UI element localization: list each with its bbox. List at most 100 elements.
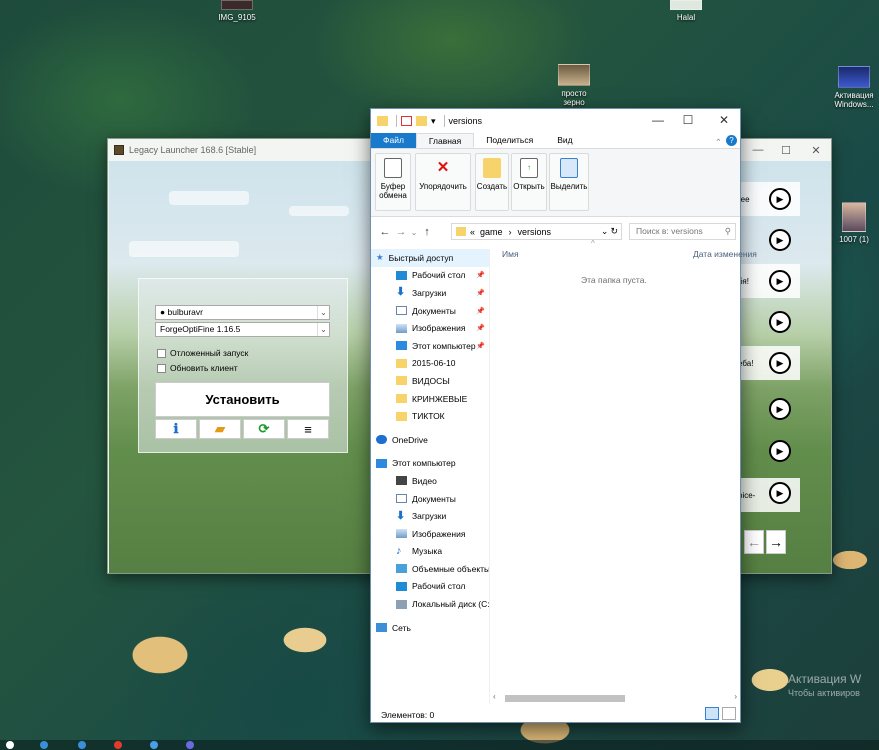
new-button[interactable]: Создать <box>475 153 509 211</box>
scroll-right-icon[interactable]: › <box>734 692 737 701</box>
details-view-icon[interactable] <box>705 707 719 720</box>
maximize-button[interactable]: ☐ <box>772 139 800 161</box>
news-next-button[interactable]: → <box>766 530 786 554</box>
properties-icon[interactable] <box>401 116 412 126</box>
separator <box>396 115 397 127</box>
install-button[interactable]: Установить <box>155 382 330 417</box>
delayed-launch-checkbox[interactable]: Отложенный запуск <box>157 348 248 358</box>
nav-pc-videos[interactable]: Видео <box>371 472 489 490</box>
taskbar-app-icon[interactable] <box>6 741 14 749</box>
nav-folder-tiktok[interactable]: ТИКТОК <box>371 407 489 425</box>
tab-share[interactable]: Поделиться <box>474 133 545 148</box>
account-select[interactable]: ● bulburavr ⌄ <box>155 305 330 320</box>
large-icons-view-icon[interactable] <box>722 707 736 720</box>
nav-pc-3d-objects[interactable]: Объемные объекты <box>371 560 489 578</box>
nav-folder-videos[interactable]: ВИДОСЫ <box>371 372 489 390</box>
nav-network[interactable]: Сеть <box>371 619 489 637</box>
tab-home[interactable]: Главная <box>415 133 475 148</box>
nav-folder-2015[interactable]: 2015-06-10 <box>371 355 489 373</box>
desktop-icon-img9105[interactable]: IMG_9105 <box>205 0 269 22</box>
nav-folder-cringe[interactable]: КРИНЖЕВЫЕ <box>371 390 489 408</box>
open-button[interactable]: ↑ Открыть <box>511 153 547 211</box>
folder-button[interactable]: ▰ <box>199 419 241 439</box>
new-folder-icon[interactable] <box>416 116 427 126</box>
close-button[interactable]: ✕ <box>802 139 830 161</box>
desktop-icon-zerno[interactable]: просто зерно <box>542 64 606 107</box>
address-dropdown-icon[interactable]: ⌄ <box>601 226 609 237</box>
scroll-left-icon[interactable]: ‹ <box>493 692 496 701</box>
column-header-name[interactable]: Имя <box>502 249 519 259</box>
taskbar-app-icon[interactable] <box>40 741 48 749</box>
explorer-window[interactable]: ▾ versions — ☐ ✕ Файл Главная Поделиться… <box>370 108 757 723</box>
nav-pc-downloads[interactable]: ⬇ Загрузки <box>371 507 489 525</box>
ribbon-collapse-icon[interactable]: ⌃ <box>715 137 722 148</box>
version-select[interactable]: ForgeOptiFine 1.16.5 ⌄ <box>155 322 330 337</box>
taskbar-app-icon[interactable] <box>78 741 86 749</box>
watermark-subtitle: Чтобы активиров <box>788 688 860 698</box>
news-prev-button[interactable]: ← <box>744 530 764 554</box>
tab-file[interactable]: Файл <box>371 133 416 148</box>
nav-onedrive[interactable]: OneDrive <box>371 431 489 449</box>
taskbar <box>0 740 879 750</box>
organize-button[interactable]: ✕ Упорядочить <box>415 153 471 211</box>
nav-desktop[interactable]: Рабочий стол 📌 <box>371 267 489 285</box>
desktop-icon-activation[interactable]: Активация Windows... <box>822 66 879 109</box>
column-header-date[interactable]: Дата изменения <box>693 249 757 259</box>
play-icon[interactable]: ▶ <box>769 398 791 420</box>
breadcrumb-overflow[interactable]: « <box>470 227 475 237</box>
nav-pc-pictures[interactable]: Изображения <box>371 525 489 543</box>
horizontal-scrollbar[interactable]: ‹ › <box>491 692 740 704</box>
taskbar-app-icon[interactable] <box>114 741 122 749</box>
nav-documents[interactable]: Документы 📌 <box>371 302 489 320</box>
forward-icon[interactable]: → <box>393 226 409 238</box>
breadcrumb-game[interactable]: game <box>480 227 503 237</box>
nav-this-pc-pinned[interactable]: Этот компьютер 📌 <box>371 337 489 355</box>
nav-downloads[interactable]: ⬇ Загрузки 📌 <box>371 284 489 302</box>
info-button[interactable]: ℹ <box>155 419 197 439</box>
checkbox-box[interactable] <box>157 363 166 373</box>
nav-pc-music[interactable]: ♪ Музыка <box>371 543 489 561</box>
quick-access-dropdown-icon[interactable]: ▾ <box>431 116 436 127</box>
nav-pc-local-disk[interactable]: Локальный диск (C:) <box>371 595 489 613</box>
refresh-icon[interactable]: ↻ <box>610 226 618 237</box>
play-icon[interactable]: ▶ <box>769 229 791 251</box>
play-icon[interactable]: ▶ <box>769 440 791 462</box>
nav-quick-access[interactable]: ★ Быстрый доступ <box>371 249 489 267</box>
play-icon[interactable]: ▶ <box>769 270 791 292</box>
scrollbar-thumb[interactable] <box>505 695 625 702</box>
close-button[interactable]: ✕ <box>710 113 738 127</box>
checkbox-box[interactable] <box>157 348 166 358</box>
maximize-button[interactable]: ☐ <box>674 113 702 127</box>
select-button[interactable]: Выделить <box>549 153 589 211</box>
nav-pc-desktop[interactable]: Рабочий стол <box>371 578 489 596</box>
tab-view[interactable]: Вид <box>545 133 584 148</box>
help-icon[interactable]: ? <box>726 135 737 146</box>
nav-label: Музыка <box>412 546 443 557</box>
up-icon[interactable]: ↑ <box>419 226 435 238</box>
minimize-button[interactable]: — <box>644 113 672 127</box>
play-icon[interactable]: ▶ <box>769 482 791 504</box>
update-client-checkbox[interactable]: Обновить клиент <box>157 363 238 373</box>
breadcrumb-versions[interactable]: versions <box>518 227 552 237</box>
pin-icon: 📌 <box>476 342 485 350</box>
back-icon[interactable]: ← <box>377 226 393 238</box>
menu-button[interactable]: ≡ <box>287 419 329 439</box>
taskbar-app-icon[interactable] <box>150 741 158 749</box>
pane-divider[interactable] <box>489 249 490 704</box>
play-icon[interactable]: ▶ <box>769 188 791 210</box>
play-icon[interactable]: ▶ <box>769 311 791 333</box>
nav-pictures[interactable]: Изображения 📌 <box>371 319 489 337</box>
minimize-button[interactable]: — <box>744 139 772 161</box>
nav-this-pc[interactable]: Этот компьютер <box>371 455 489 473</box>
address-box[interactable]: « game › versions ⌄ ↻ <box>451 223 622 240</box>
cloud-icon <box>376 435 387 445</box>
play-icon[interactable]: ▶ <box>769 352 791 374</box>
refresh-button[interactable]: ⟳ <box>243 419 285 439</box>
nav-pc-documents[interactable]: Документы <box>371 490 489 508</box>
recent-dropdown-icon[interactable]: ⌄ <box>409 228 419 237</box>
desktop-icon-halal[interactable]: Halal <box>654 0 718 22</box>
ribbon-tabs: Файл Главная Поделиться Вид ⌃ ? <box>371 133 740 149</box>
taskbar-app-icon[interactable] <box>186 741 194 749</box>
clipboard-button[interactable]: Буфер обмена <box>375 153 411 211</box>
search-input[interactable]: Поиск в: versions ⚲ <box>629 223 736 240</box>
